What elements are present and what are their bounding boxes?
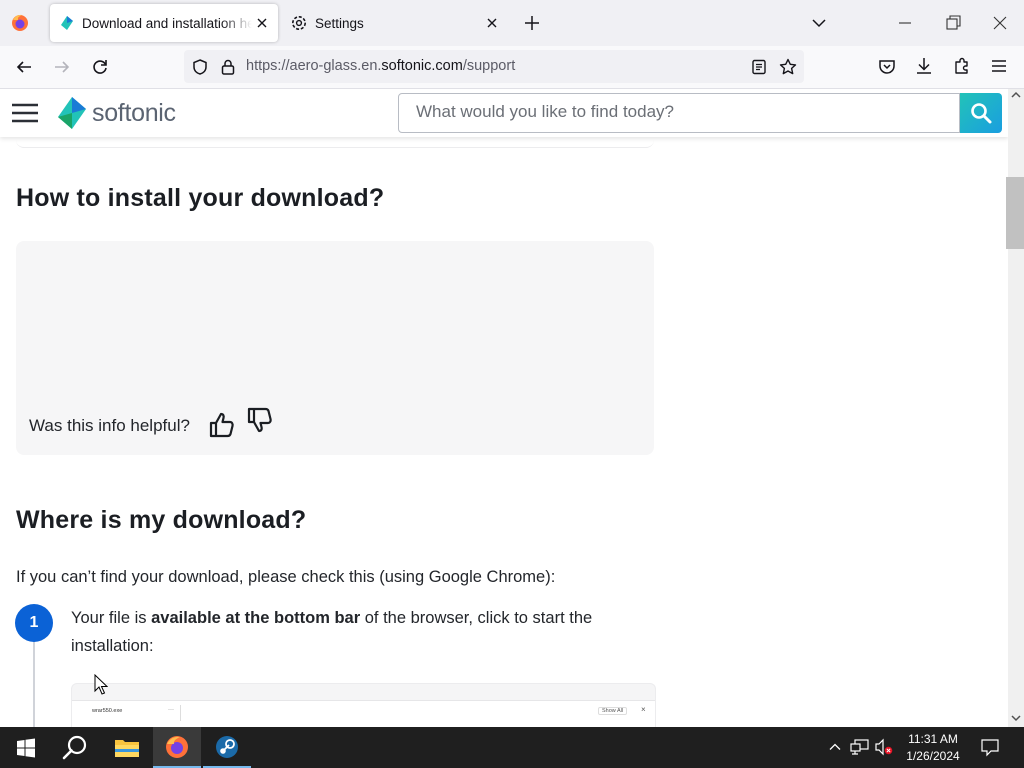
preview-more: ···	[168, 707, 174, 713]
minimize-icon[interactable]	[895, 14, 915, 32]
tab-label: Download and installation help	[82, 15, 252, 31]
helpful-question: Was this info helpful?	[29, 416, 190, 435]
tab-bar: Download and installation help Settings	[0, 0, 1024, 46]
new-tab-plus-icon[interactable]	[522, 13, 542, 33]
tab-close-icon[interactable]	[252, 13, 272, 33]
step-1-text: Your file is available at the bottom bar…	[71, 604, 651, 660]
url-path: /support	[462, 58, 516, 74]
preview-show-all: Show All	[598, 707, 628, 715]
search-icon	[62, 735, 87, 759]
preview-separator	[180, 705, 181, 721]
reader-view-icon[interactable]	[750, 58, 768, 76]
step-text-before: Your file is	[71, 609, 152, 627]
install-heading: How to install your download?	[16, 184, 385, 212]
step-connector-line	[33, 639, 35, 727]
restore-icon[interactable]	[943, 13, 963, 33]
preview-bar: wrar550.exe ··· Show All ×	[72, 700, 655, 727]
hamburger-menu-icon[interactable]	[11, 102, 39, 124]
clock[interactable]: 11:31 AM 1/26/2024	[897, 730, 969, 766]
forward-arrow-icon	[52, 57, 72, 77]
url-text[interactable]: https://aero-glass.en.softonic.com/suppo…	[246, 58, 515, 74]
folder-icon	[115, 739, 139, 757]
firefox-icon	[166, 735, 188, 758]
firefox-icon	[12, 14, 28, 31]
scroll-up-arrow-icon[interactable]	[1011, 91, 1021, 99]
site-search-box[interactable]	[398, 93, 960, 133]
app-menu-icon[interactable]	[989, 56, 1009, 76]
notification-center-icon[interactable]	[980, 737, 1000, 757]
reload-icon[interactable]	[90, 57, 110, 77]
install-info-card: Was this info helpful?	[16, 241, 654, 455]
file-explorer-taskbar-button[interactable]	[103, 727, 151, 768]
volume-muted-icon[interactable]	[874, 738, 894, 756]
start-button[interactable]	[2, 727, 50, 768]
gear-icon	[290, 14, 308, 32]
preview-file-name: wrar550.exe	[92, 708, 123, 714]
step-number-badge: 1	[15, 604, 53, 642]
step-number: 1	[29, 614, 39, 631]
site-header: softonic	[0, 89, 1008, 137]
firefox-taskbar-button[interactable]	[153, 727, 201, 768]
softonic-logo-icon	[58, 97, 86, 129]
extensions-puzzle-icon[interactable]	[952, 56, 972, 76]
where-intro: If you can’t find your download, please …	[16, 568, 556, 586]
softonic-favicon	[59, 15, 75, 31]
downloads-icon[interactable]	[914, 56, 934, 76]
thumbs-down-icon[interactable]	[246, 406, 274, 434]
tab-label: Settings	[315, 15, 364, 31]
close-window-icon[interactable]	[990, 13, 1010, 33]
preview-close: ×	[641, 705, 646, 714]
windows-logo-icon	[17, 738, 35, 757]
address-bar[interactable]: https://aero-glass.en.softonic.com/suppo…	[184, 50, 804, 83]
windows-taskbar: 11:31 AM 1/26/2024	[0, 727, 1024, 768]
logo-text: softonic	[92, 99, 176, 127]
scrollbar-thumb[interactable]	[1006, 177, 1024, 249]
navigation-toolbar: https://aero-glass.en.softonic.com/suppo…	[0, 46, 1024, 89]
network-icon[interactable]	[850, 738, 870, 756]
clock-time: 11:31 AM	[908, 732, 958, 746]
search-button[interactable]	[960, 93, 1002, 133]
where-heading: Where is my download?	[16, 506, 307, 534]
pocket-icon[interactable]	[877, 57, 897, 77]
scroll-down-arrow-icon[interactable]	[1011, 714, 1021, 722]
url-prefix: https://aero-glass.en.	[246, 58, 382, 74]
list-tabs-chevron-icon[interactable]	[810, 14, 828, 32]
tab-settings[interactable]: Settings	[282, 4, 508, 42]
clock-date: 1/26/2024	[906, 749, 960, 763]
tracking-protection-shield-icon[interactable]	[191, 58, 209, 76]
thumbs-up-icon[interactable]	[208, 411, 236, 439]
web-page: softonic How to install your download? W…	[0, 89, 1008, 727]
back-arrow-icon[interactable]	[14, 57, 34, 77]
steam-icon	[216, 735, 238, 758]
firefox-view-button[interactable]	[8, 11, 32, 35]
mouse-cursor-icon	[94, 674, 108, 695]
show-hidden-icons-chevron-icon[interactable]	[828, 740, 842, 754]
search-taskbar-button[interactable]	[51, 727, 99, 768]
tab-close-icon[interactable]	[482, 13, 502, 33]
search-icon	[971, 103, 992, 124]
steam-taskbar-button[interactable]	[203, 727, 251, 768]
bookmark-star-icon[interactable]	[778, 57, 798, 77]
lock-icon[interactable]	[220, 58, 236, 76]
step-text-bold: available at the bottom bar	[151, 609, 361, 627]
url-host: softonic.com	[381, 58, 463, 74]
tab-download-help[interactable]: Download and installation help	[50, 4, 278, 42]
download-bar-preview-image: wrar550.exe ··· Show All ×	[71, 683, 656, 727]
softonic-logo[interactable]: softonic	[56, 95, 186, 131]
search-input[interactable]	[399, 94, 946, 130]
